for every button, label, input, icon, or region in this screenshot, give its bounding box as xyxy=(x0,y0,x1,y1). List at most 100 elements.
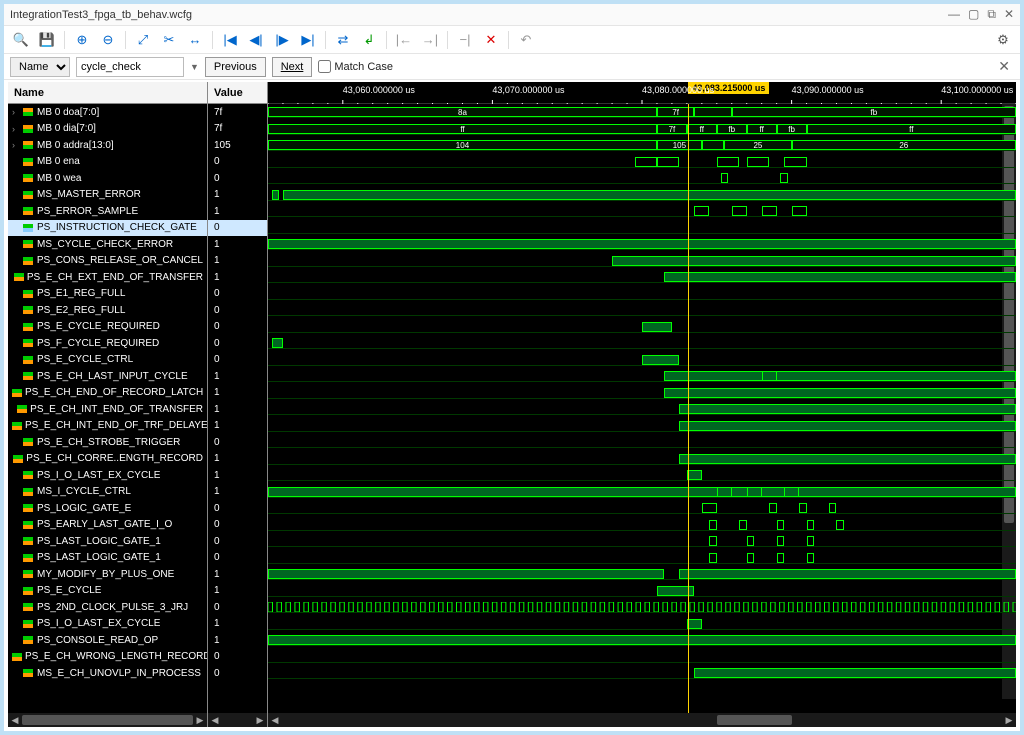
waveform-row[interactable] xyxy=(268,418,1016,435)
prev-marker-icon[interactable]: |← xyxy=(393,29,415,51)
waveform-row[interactable] xyxy=(268,269,1016,286)
waveform-row[interactable] xyxy=(268,566,1016,583)
search-input[interactable] xyxy=(76,57,184,77)
signal-name-row[interactable]: PS_E_CYCLE_CTRL xyxy=(8,352,207,369)
undo-icon[interactable]: ↶ xyxy=(515,29,537,51)
waveform-row[interactable] xyxy=(268,434,1016,451)
scroll-thumb[interactable] xyxy=(717,715,792,725)
signal-name-row[interactable]: MY_MODIFY_BY_PLUS_ONE xyxy=(8,566,207,583)
signal-name-row[interactable]: PS_E_CH_INT_END_OF_TRF_DELAYED xyxy=(8,418,207,435)
signal-name-row[interactable]: PS_E_CH_LAST_INPUT_CYCLE xyxy=(8,368,207,385)
signal-name-row[interactable]: PS_LAST_LOGIC_GATE_1 xyxy=(8,550,207,567)
waveform-row[interactable] xyxy=(268,517,1016,534)
scroll-right-icon[interactable]: ▶ xyxy=(253,713,267,727)
minimize-icon[interactable]: — xyxy=(948,7,960,22)
signal-name-row[interactable]: MB 0 wea xyxy=(8,170,207,187)
waveform-row[interactable] xyxy=(268,335,1016,352)
save-icon[interactable]: 💾 xyxy=(36,29,58,51)
previous-button[interactable]: Previous xyxy=(205,57,266,77)
match-case-checkbox[interactable]: Match Case xyxy=(318,60,393,73)
signal-name-row[interactable]: ›MB 0 doa[7:0] xyxy=(8,104,207,121)
signal-name-row[interactable]: PS_E_CH_STROBE_TRIGGER xyxy=(8,434,207,451)
close-search-icon[interactable]: ✕ xyxy=(994,58,1014,75)
signal-name-row[interactable]: MS_CYCLE_CHECK_ERROR xyxy=(8,236,207,253)
signal-name-row[interactable]: PS_ERROR_SAMPLE xyxy=(8,203,207,220)
chevron-down-icon[interactable]: ▼ xyxy=(190,62,199,72)
waveform-row[interactable] xyxy=(268,451,1016,468)
scroll-thumb[interactable] xyxy=(22,715,193,725)
scroll-right-icon[interactable]: ▶ xyxy=(193,713,207,727)
waveform-row[interactable] xyxy=(268,286,1016,303)
signal-name-row[interactable]: PS_E_CH_CORRE..ENGTH_RECORD xyxy=(8,451,207,468)
waveform-row[interactable] xyxy=(268,533,1016,550)
time-ruler[interactable]: 43,083.215000 us43,060.000000 us43,070.0… xyxy=(268,82,1016,104)
remove-marker-icon[interactable]: −| xyxy=(454,29,476,51)
signal-name-row[interactable]: PS_E_CH_EXT_END_OF_TRANSFER xyxy=(8,269,207,286)
waveform-row[interactable]: ff7ffffbfffbff xyxy=(268,121,1016,138)
expander-icon[interactable]: › xyxy=(12,140,22,150)
delete-icon[interactable]: ✕ xyxy=(480,29,502,51)
waveform-row[interactable] xyxy=(268,319,1016,336)
expander-icon[interactable]: › xyxy=(12,124,22,134)
signal-name-row[interactable]: PS_LOGIC_GATE_E xyxy=(8,500,207,517)
scroll-left-icon[interactable]: ◀ xyxy=(268,713,282,727)
waveform-row[interactable] xyxy=(268,401,1016,418)
waveform-row[interactable]: 8a7ffb xyxy=(268,104,1016,121)
prev-edge-icon[interactable]: ◀| xyxy=(245,29,267,51)
waveform-row[interactable] xyxy=(268,368,1016,385)
signal-value-list[interactable]: 7f7f10500110111000001111011100001101100 xyxy=(208,104,267,713)
zoom-cursor-icon[interactable]: ✂ xyxy=(158,29,180,51)
signal-name-row[interactable]: PS_E1_REG_FULL xyxy=(8,286,207,303)
search-scope-select[interactable]: Name xyxy=(10,57,70,77)
next-edge-icon[interactable]: |▶ xyxy=(271,29,293,51)
signal-name-row[interactable]: PS_INSTRUCTION_CHECK_GATE xyxy=(8,220,207,237)
signal-name-row[interactable]: ›MB 0 dia[7:0] xyxy=(8,121,207,138)
waveform-row[interactable] xyxy=(268,649,1016,666)
names-hscroll[interactable]: ◀▶ xyxy=(8,713,207,727)
wave-hscroll[interactable]: ◀▶ xyxy=(268,713,1016,727)
waveform-row[interactable]: 1041052526 xyxy=(268,137,1016,154)
match-case-input[interactable] xyxy=(318,60,331,73)
waveform-row[interactable] xyxy=(268,220,1016,237)
signal-name-row[interactable]: PS_E_CYCLE_REQUIRED xyxy=(8,319,207,336)
waveform-area[interactable]: 8a7ffbff7ffffbfffbff1041052526 xyxy=(268,104,1016,713)
signal-name-row[interactable]: PS_E_CYCLE xyxy=(8,583,207,600)
restore-icon[interactable]: ⧉ xyxy=(987,7,996,22)
signal-name-row[interactable]: MB 0 ena xyxy=(8,154,207,171)
waveform-row[interactable] xyxy=(268,665,1016,682)
waveform-row[interactable] xyxy=(268,583,1016,600)
go-start-icon[interactable]: |◀ xyxy=(219,29,241,51)
signal-name-row[interactable]: MS_MASTER_ERROR xyxy=(8,187,207,204)
signal-name-row[interactable]: PS_CONSOLE_READ_OP xyxy=(8,632,207,649)
waveform-row[interactable] xyxy=(268,302,1016,319)
zoom-fit-icon[interactable]: ⤢ xyxy=(132,29,154,51)
waveform-row[interactable] xyxy=(268,236,1016,253)
scroll-right-icon[interactable]: ▶ xyxy=(1002,713,1016,727)
signal-name-row[interactable]: PS_E_CH_WRONG_LENGTH_RECORD xyxy=(8,649,207,666)
close-icon[interactable]: ✕ xyxy=(1004,7,1014,22)
waveform-row[interactable] xyxy=(268,500,1016,517)
waveform-row[interactable] xyxy=(268,170,1016,187)
signal-name-row[interactable]: PS_E_CH_INT_END_OF_TRANSFER xyxy=(8,401,207,418)
waveform-row[interactable] xyxy=(268,467,1016,484)
signal-name-list[interactable]: ›MB 0 doa[7:0]›MB 0 dia[7:0]›MB 0 addra[… xyxy=(8,104,207,713)
values-hscroll[interactable]: ◀▶ xyxy=(208,713,267,727)
waveform-row[interactable] xyxy=(268,385,1016,402)
signal-name-row[interactable]: PS_F_CYCLE_REQUIRED xyxy=(8,335,207,352)
waveform-row[interactable] xyxy=(268,550,1016,567)
zoom-in-icon[interactable]: ⊕ xyxy=(71,29,93,51)
expander-icon[interactable]: › xyxy=(12,107,22,117)
next-button[interactable]: Next xyxy=(272,57,313,77)
gear-icon[interactable]: ⚙ xyxy=(992,29,1014,51)
cursor-line[interactable] xyxy=(688,104,689,713)
add-marker-icon[interactable]: ↲ xyxy=(358,29,380,51)
waveform-row[interactable] xyxy=(268,632,1016,649)
signal-name-row[interactable]: PS_CONS_RELEASE_OR_CANCEL xyxy=(8,253,207,270)
signal-name-row[interactable]: PS_I_O_LAST_EX_CYCLE xyxy=(8,467,207,484)
zoom-out-icon[interactable]: ⊖ xyxy=(97,29,119,51)
signal-name-row[interactable]: PS_E_CH_END_OF_RECORD_LATCH xyxy=(8,385,207,402)
signal-name-row[interactable]: PS_I_O_LAST_EX_CYCLE xyxy=(8,616,207,633)
waveform-row[interactable] xyxy=(268,203,1016,220)
waveform-row[interactable] xyxy=(268,352,1016,369)
waveform-row[interactable] xyxy=(268,484,1016,501)
